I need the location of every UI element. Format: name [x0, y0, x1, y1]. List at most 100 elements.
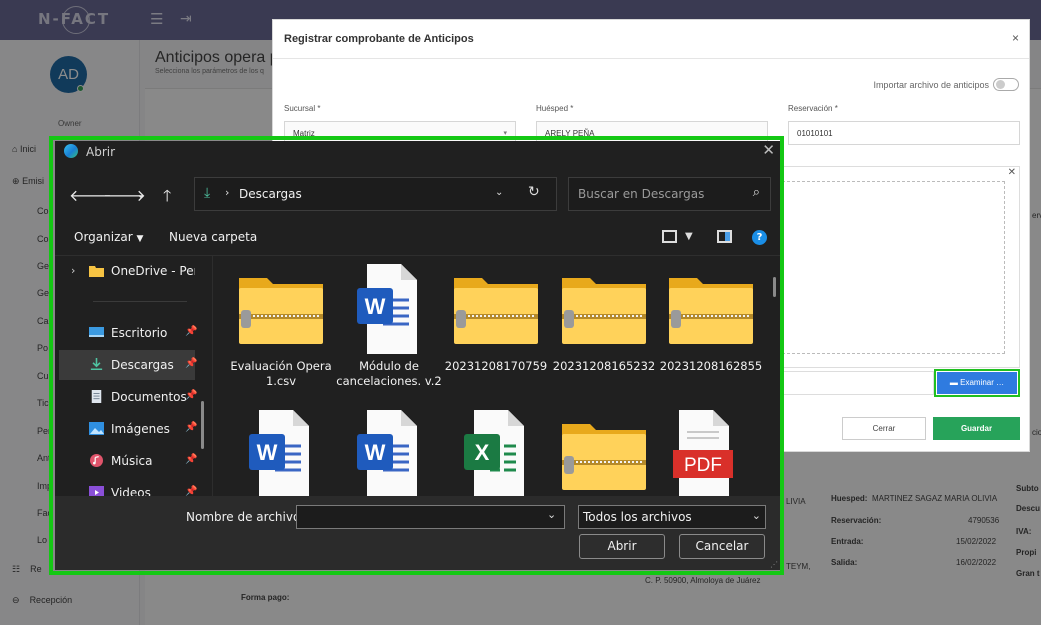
- zip-folder-icon: [239, 278, 323, 344]
- dialog-footer: Nombre de archivo: ⌄ Todos los archivos …: [55, 496, 780, 570]
- picture-icon: [89, 422, 104, 435]
- file-item[interactable]: 20231208162855: [657, 264, 765, 404]
- view-dropdown-icon[interactable]: ▼: [685, 231, 693, 242]
- file-name: 20231208162855: [659, 359, 763, 373]
- music-icon: [90, 454, 103, 467]
- file-name: Evaluación Opera 1.csv: [230, 359, 332, 388]
- nav-item-escritorio[interactable]: Escritorio 📌: [59, 318, 198, 348]
- svg-text:W: W: [365, 440, 386, 465]
- file-name: Módulo de cancelaciones. v.2: [336, 359, 442, 388]
- file-drop-area[interactable]: ✕: [771, 166, 1020, 368]
- reservacion-field[interactable]: 01010101: [788, 121, 1020, 145]
- nav-item-onedrive[interactable]: › OneDrive - Perso: [59, 256, 195, 286]
- expand-chevron-icon[interactable]: ›: [71, 264, 75, 277]
- file-item[interactable]: W: [227, 410, 335, 496]
- close-icon[interactable]: ×: [1012, 31, 1019, 45]
- browse-highlight: [934, 369, 1020, 397]
- file-item[interactable]: Evaluación Opera 1.csv: [227, 264, 335, 404]
- dialog-titlebar: Abrir ✕: [55, 141, 780, 163]
- file-type-select[interactable]: Todos los archivos ⌄: [578, 505, 766, 529]
- nav-item-imagenes[interactable]: Imágenes 📌: [59, 414, 198, 444]
- up-arrow-icon[interactable]: 🡑: [163, 185, 171, 212]
- new-folder-button[interactable]: Nueva carpeta: [169, 230, 257, 244]
- nav-item-label: OneDrive - Perso: [111, 264, 195, 278]
- nav-item-label: Escritorio: [111, 326, 168, 340]
- reservacion-label: Reservación *: [788, 104, 838, 113]
- recent-chevron-icon[interactable]: ⌄: [136, 187, 146, 201]
- file-item[interactable]: W: [335, 410, 443, 496]
- clear-icon[interactable]: ✕: [1008, 167, 1016, 178]
- document-icon: [91, 390, 102, 403]
- organize-label: Organizar: [74, 230, 133, 244]
- desktop-icon: [89, 327, 104, 337]
- view-icon[interactable]: [662, 230, 677, 243]
- nav-item-label: Música: [111, 454, 153, 468]
- file-item[interactable]: W Módulo de cancelaciones. v.2: [335, 264, 443, 404]
- pin-icon: 📌: [185, 358, 198, 369]
- nav-item-label: Descargas: [111, 358, 174, 372]
- pin-icon: 📌: [185, 454, 198, 465]
- svg-text:W: W: [365, 294, 386, 319]
- svg-text:W: W: [257, 440, 278, 465]
- close-button[interactable]: Cerrar: [842, 417, 926, 440]
- help-icon[interactable]: ?: [752, 230, 767, 245]
- breadcrumb-current[interactable]: Descargas: [239, 187, 302, 201]
- chevron-down-icon: ⌄: [751, 509, 761, 522]
- filename-input[interactable]: [296, 505, 565, 529]
- organize-button[interactable]: Organizar ▼: [74, 230, 143, 244]
- zip-folder-icon: [562, 278, 646, 344]
- filename-label: Nombre de archivo:: [186, 510, 305, 524]
- nav-item-label: Documentos: [111, 390, 187, 404]
- file-item[interactable]: 20231208170759: [442, 264, 550, 404]
- nav-divider: [93, 301, 187, 302]
- word-document-icon: W: [357, 410, 417, 496]
- open-button[interactable]: Abrir: [579, 534, 665, 559]
- preview-pane-icon[interactable]: [717, 230, 732, 243]
- pdf-document-icon: PDF: [673, 410, 733, 496]
- zip-folder-icon: [454, 278, 538, 344]
- nav-item-descargas[interactable]: Descargas 📌: [59, 350, 198, 380]
- nav-item-documentos[interactable]: Documentos 📌: [59, 382, 198, 412]
- nav-item-musica[interactable]: Música 📌: [59, 446, 198, 476]
- chevron-down-icon: ▼: [136, 234, 144, 244]
- import-toggle[interactable]: [993, 78, 1019, 91]
- file-list: Evaluación Opera 1.csv W Módulo de cance…: [215, 256, 780, 496]
- file-item[interactable]: PDF: [657, 410, 765, 496]
- open-file-dialog: Abrir ✕ 🡐 🡒 ⌄ 🡑 ⤓ › Descargas ⌄ ↻ Buscar…: [55, 141, 780, 570]
- edge-icon: [64, 144, 78, 158]
- download-icon: ⤓: [204, 185, 211, 201]
- address-bar[interactable]: ⤓ › Descargas ⌄ ↻: [194, 177, 557, 211]
- search-input[interactable]: Buscar en Descargas: [578, 187, 704, 201]
- resize-grip-icon[interactable]: ⋰: [770, 560, 778, 569]
- refresh-icon[interactable]: ↻: [528, 184, 540, 200]
- file-path-field[interactable]: [771, 371, 934, 395]
- breadcrumb-chevron-icon: ›: [225, 186, 230, 199]
- import-toggle-label: Importar archivo de anticipos: [873, 80, 989, 90]
- search-box[interactable]: Buscar en Descargas ⌕: [568, 177, 771, 211]
- svg-text:PDF: PDF: [684, 455, 722, 476]
- drop-zone[interactable]: [772, 181, 1005, 354]
- modal-divider: [273, 58, 1029, 59]
- word-document-icon: W: [249, 410, 309, 496]
- file-list-scrollbar[interactable]: [773, 277, 776, 297]
- pin-icon: 📌: [185, 390, 198, 401]
- pin-icon: 📌: [185, 422, 198, 433]
- pin-icon: 📌: [185, 326, 198, 337]
- file-item[interactable]: X: [442, 410, 550, 496]
- zip-folder-icon: [669, 278, 753, 344]
- nav-scrollbar[interactable]: [201, 401, 204, 449]
- download-icon: [90, 358, 103, 371]
- search-icon: ⌕: [752, 185, 760, 200]
- cancel-button[interactable]: Cancelar: [679, 534, 765, 559]
- file-name: 20231208170759: [444, 359, 548, 373]
- sucursal-label: Sucursal *: [284, 104, 321, 113]
- nav-item-label: Imágenes: [111, 422, 170, 436]
- save-button[interactable]: Guardar: [933, 417, 1020, 440]
- dialog-close-icon[interactable]: ✕: [762, 141, 775, 159]
- folder-icon: [89, 266, 104, 277]
- file-item[interactable]: [550, 410, 658, 496]
- file-name: 20231208165232: [552, 359, 656, 373]
- svg-text:X: X: [475, 440, 490, 465]
- address-dropdown-icon[interactable]: ⌄: [495, 187, 503, 198]
- file-item[interactable]: 20231208165232: [550, 264, 658, 404]
